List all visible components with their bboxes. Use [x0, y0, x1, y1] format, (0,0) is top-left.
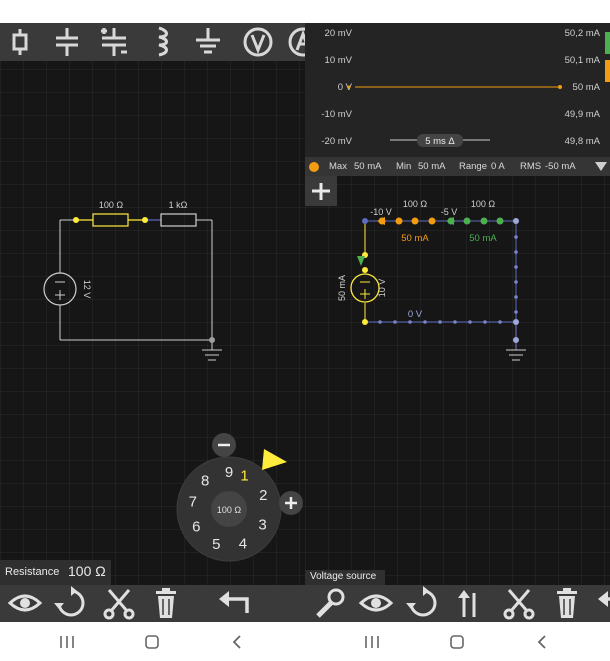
- dial-digit-4[interactable]: 4: [239, 535, 247, 552]
- source-current-arrow-icon: [357, 256, 365, 266]
- node-dot[interactable]: [142, 217, 148, 223]
- node-dot[interactable]: [209, 337, 215, 343]
- resistor2-label: 1 kΩ: [169, 200, 188, 210]
- property-value[interactable]: 100 Ω: [68, 563, 106, 579]
- rotate-icon[interactable]: [51, 585, 91, 622]
- home-icon[interactable]: [142, 632, 162, 652]
- trash-icon[interactable]: [547, 585, 587, 622]
- dial-digit-3[interactable]: 3: [258, 517, 266, 534]
- recent-apps-icon[interactable]: [362, 632, 382, 652]
- dial-digit-8[interactable]: 8: [201, 473, 209, 490]
- back-icon[interactable]: [533, 632, 553, 652]
- eye-icon[interactable]: [356, 585, 396, 622]
- left-bottom-toolbar: [0, 585, 305, 622]
- dial-digit-2[interactable]: 2: [259, 487, 267, 504]
- resistor1-label: 100 Ω: [99, 200, 124, 210]
- source-voltage-label: 10 V: [377, 279, 387, 298]
- value-dial[interactable]: 100 Ω 12 34 56 789: [170, 428, 305, 568]
- resistor-100-ohm[interactable]: [92, 213, 129, 227]
- cut-icon[interactable]: [499, 585, 539, 622]
- rotate-icon[interactable]: [403, 585, 443, 622]
- selection-label: Voltage source: [305, 570, 385, 585]
- right-circuit-canvas[interactable]: -10 V -5 V 100 Ω 100 Ω 50 mA 50 mA 50 mA…: [305, 0, 610, 622]
- system-navigation-bar: [0, 622, 610, 661]
- undo-icon[interactable]: [214, 585, 254, 622]
- home-icon[interactable]: [447, 632, 467, 652]
- left-editor-pane[interactable]: 100 Ω 1 kΩ 12 V 100 Ω 12 34 56 789 Resistan…: [0, 0, 305, 622]
- node-dot[interactable]: [73, 217, 79, 223]
- node-voltage-left: -10 V: [370, 207, 392, 217]
- wrench-icon[interactable]: [310, 585, 350, 622]
- node-dot[interactable]: [513, 337, 519, 343]
- undo-icon[interactable]: [593, 585, 610, 622]
- dial-digit-1[interactable]: 1: [240, 468, 248, 485]
- selector-pointer-icon: [262, 449, 287, 470]
- resistor-1k-ohm[interactable]: [160, 213, 197, 227]
- source-current-label: 50 mA: [337, 275, 347, 301]
- dial-center-value: 100 Ω: [217, 505, 242, 515]
- current-label-green: 50 mA: [469, 233, 497, 244]
- dial-digit-7[interactable]: 7: [189, 493, 197, 510]
- trash-icon[interactable]: [146, 585, 186, 622]
- back-icon[interactable]: [228, 632, 248, 652]
- node-dot[interactable]: [362, 218, 368, 224]
- node-dot[interactable]: [513, 319, 519, 325]
- eye-icon[interactable]: [5, 585, 45, 622]
- node-voltage-mid: -5 V: [441, 207, 458, 217]
- node-voltage-bottom: 0 V: [408, 309, 423, 320]
- right-bottom-toolbar: [305, 585, 610, 622]
- right-editor-pane[interactable]: 20 mV 50,2 mA 10 mV 50,1 mA 0 V 50 mA -10 m…: [305, 0, 610, 622]
- resistor-r2-label: 100 Ω: [471, 199, 496, 209]
- recent-apps-icon[interactable]: [57, 632, 77, 652]
- resistor-r1-label: 100 Ω: [403, 199, 428, 209]
- voltage-source-12v[interactable]: [43, 272, 77, 306]
- cut-icon[interactable]: [99, 585, 139, 622]
- flip-icon[interactable]: [450, 585, 490, 622]
- node-dot[interactable]: [513, 218, 519, 224]
- dial-digit-9[interactable]: 9: [225, 464, 233, 481]
- dial-digit-5[interactable]: 5: [212, 536, 220, 553]
- dial-digit-6[interactable]: 6: [192, 518, 200, 535]
- current-label-orange: 50 mA: [401, 233, 429, 244]
- property-panel: Resistance 100 Ω: [0, 560, 111, 585]
- source-label: 12 V: [82, 280, 92, 299]
- property-label: Resistance: [5, 566, 60, 578]
